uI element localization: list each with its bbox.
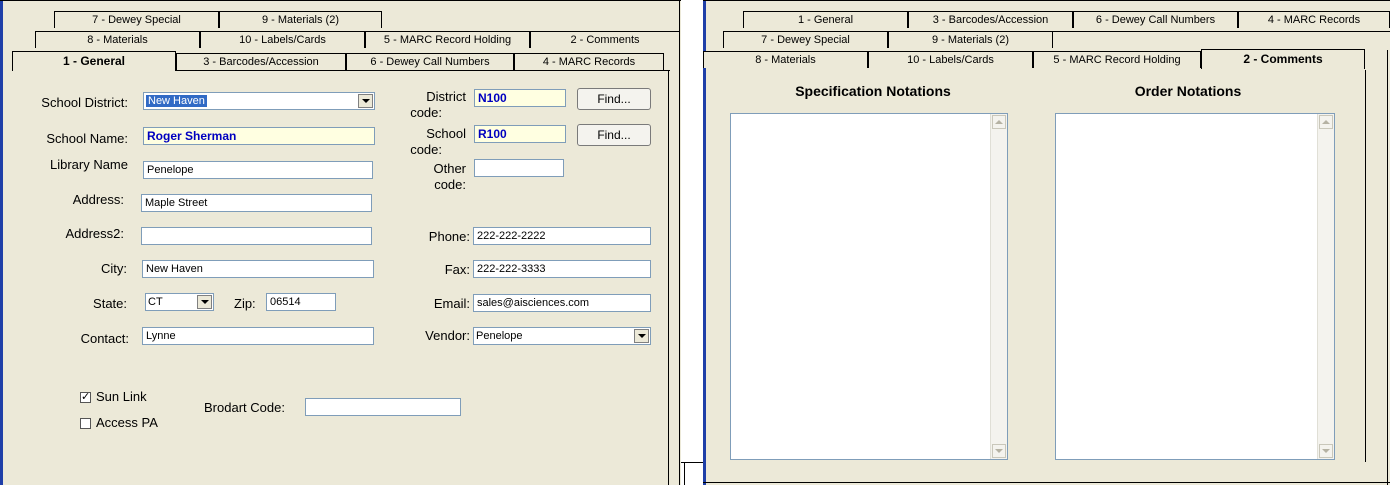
page-bottom-edge — [703, 482, 1390, 483]
brodart-code-label: Brodart Code: — [204, 400, 285, 415]
address2-field[interactable] — [141, 227, 372, 245]
state-label: State: — [93, 296, 127, 311]
find-district-button[interactable]: Find... — [577, 88, 651, 110]
tab-comments[interactable]: 2 - Comments — [530, 31, 680, 48]
contact-field[interactable]: Lynne — [142, 327, 374, 345]
district-code-label-2: code: — [410, 105, 442, 120]
vendor-label: Vendor: — [425, 328, 470, 343]
sun-link-checkbox[interactable]: ✓ — [80, 392, 91, 403]
access-pa-label[interactable]: Access PA — [96, 415, 158, 430]
tab-materials[interactable]: 8 - Materials — [35, 31, 200, 48]
window-edge — [703, 0, 706, 485]
right-border — [679, 0, 680, 485]
tab-dewey-special[interactable]: 7 - Dewey Special — [54, 11, 219, 28]
email-field[interactable]: sales@aisciences.com — [473, 294, 651, 312]
phone-label: Phone: — [428, 229, 470, 244]
school-district-select[interactable]: New Haven — [143, 92, 375, 110]
school-code-field[interactable]: R100 — [474, 125, 566, 143]
page-right-edge — [668, 70, 669, 485]
phone-field[interactable]: 222-222-2222 — [473, 227, 651, 245]
tab-marc-records[interactable]: 4 - MARC Records — [1238, 11, 1390, 28]
chevron-down-icon[interactable] — [197, 295, 212, 309]
address-field[interactable]: Maple Street — [141, 194, 372, 212]
tab-labels-cards[interactable]: 10 - Labels/Cards — [200, 31, 365, 48]
tab-marc-records[interactable]: 4 - MARC Records — [514, 53, 664, 70]
other-code-label: Other — [433, 161, 466, 176]
page-right-edge — [1365, 70, 1366, 462]
tab-barcodes-accession[interactable]: 3 - Barcodes/Accession — [176, 53, 346, 70]
contact-label: Contact: — [80, 331, 129, 346]
brodart-code-field[interactable] — [305, 398, 461, 416]
city-field[interactable]: New Haven — [142, 260, 374, 278]
school-code-label: School — [426, 126, 466, 141]
other-code-field[interactable] — [474, 159, 564, 177]
library-name-label: Library Name — [49, 157, 128, 172]
school-name-field[interactable]: Roger Sherman — [143, 127, 375, 145]
tab-row2-baseline — [1053, 31, 1390, 32]
school-name-label: School Name: — [46, 131, 128, 146]
district-code-field[interactable]: N100 — [474, 89, 566, 107]
access-pa-checkbox[interactable] — [80, 418, 91, 429]
scroll-up-icon[interactable] — [992, 115, 1006, 129]
tab-general[interactable]: 1 - General — [743, 11, 908, 28]
tab-comments[interactable]: 2 - Comments — [1201, 49, 1365, 69]
divider-line-h — [681, 462, 703, 463]
tab-general[interactable]: 1 - General — [12, 51, 176, 71]
district-code-label: District — [426, 89, 466, 104]
specification-notations-heading: Specification Notations — [795, 83, 951, 99]
tab-dewey-call-numbers[interactable]: 6 - Dewey Call Numbers — [346, 53, 514, 70]
tab-materials[interactable]: 8 - Materials — [703, 51, 868, 68]
find-school-button[interactable]: Find... — [577, 124, 651, 146]
specification-notations-textarea[interactable] — [730, 113, 1008, 460]
panel-divider — [681, 0, 703, 485]
scroll-down-icon[interactable] — [1319, 444, 1333, 458]
right-dialog: 1 - General 3 - Barcodes/Accession 6 - D… — [703, 0, 1390, 485]
tab-dewey-special[interactable]: 7 - Dewey Special — [723, 31, 888, 48]
chevron-down-icon[interactable] — [358, 94, 373, 108]
zip-field[interactable]: 06514 — [266, 293, 336, 311]
city-label: City: — [101, 261, 127, 276]
state-select[interactable]: CT — [145, 293, 214, 311]
email-label: Email: — [433, 296, 470, 311]
school-district-value: New Haven — [146, 95, 207, 107]
tab-materials-2[interactable]: 9 - Materials (2) — [219, 11, 382, 28]
fax-label: Fax: — [444, 262, 470, 277]
tab-materials-2[interactable]: 9 - Materials (2) — [888, 31, 1053, 48]
chevron-down-icon[interactable] — [634, 329, 649, 343]
top-border — [703, 0, 1390, 1]
scrollbar[interactable] — [990, 114, 1007, 459]
address-label: Address: — [72, 192, 124, 207]
tab-strip-baseline — [176, 70, 670, 71]
vendor-value: Penelope — [476, 330, 523, 342]
state-value: CT — [148, 296, 163, 308]
school-code-label-2: code: — [410, 142, 442, 157]
order-notations-heading: Order Notations — [1134, 83, 1242, 99]
library-name-field[interactable]: Penelope — [143, 161, 373, 179]
tab-labels-cards[interactable]: 10 - Labels/Cards — [868, 51, 1033, 68]
other-code-label-2: code: — [434, 177, 466, 192]
divider-line — [684, 462, 685, 485]
scroll-up-icon[interactable] — [1319, 115, 1333, 129]
school-district-label: School District: — [41, 95, 128, 110]
outer-right-edge — [1387, 50, 1388, 485]
scroll-down-icon[interactable] — [992, 444, 1006, 458]
left-dialog: 7 - Dewey Special 9 - Materials (2) 8 - … — [0, 0, 681, 485]
zip-label: Zip: — [234, 296, 256, 311]
tab-marc-record-holding[interactable]: 5 - MARC Record Holding — [1033, 51, 1201, 68]
address2-label: Address2: — [65, 226, 124, 241]
tab-marc-record-holding[interactable]: 5 - MARC Record Holding — [365, 31, 530, 48]
top-border — [0, 0, 681, 1]
sun-link-label[interactable]: Sun Link — [96, 389, 147, 404]
scrollbar[interactable] — [1317, 114, 1334, 459]
order-notations-textarea[interactable] — [1055, 113, 1335, 460]
tab-dewey-call-numbers[interactable]: 6 - Dewey Call Numbers — [1073, 11, 1238, 28]
window-edge — [0, 0, 3, 485]
vendor-select[interactable]: Penelope — [473, 327, 651, 345]
tab-barcodes-accession[interactable]: 3 - Barcodes/Accession — [908, 11, 1073, 28]
fax-field[interactable]: 222-222-3333 — [473, 260, 651, 278]
